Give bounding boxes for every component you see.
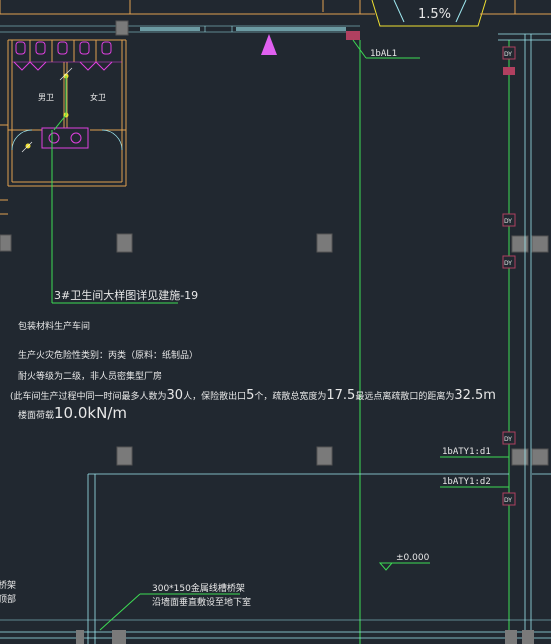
triangle-marker xyxy=(261,34,277,55)
note-line-4-c: 人，保险散出口 xyxy=(183,390,246,402)
elevation-marker: ±0.000 xyxy=(378,553,430,571)
riser-tag-2: DY xyxy=(504,218,512,225)
column-top-2 xyxy=(346,31,360,40)
slope-label: 1.5% xyxy=(418,7,451,22)
bottom-wall xyxy=(0,630,551,644)
note-line-4-f: 17.5 xyxy=(326,388,355,403)
panel-labels: 1bAL1 1bATY1:d1 1bATY1:d2 xyxy=(352,39,509,488)
column-top-1 xyxy=(115,20,129,36)
panel-label-top: 1bAL1 xyxy=(370,49,397,59)
tray-note-1: 300*150金属线槽桥架 xyxy=(152,582,245,594)
note-line-5-a: 楼面荷载 xyxy=(18,409,54,421)
slope-funnel: 1.5% xyxy=(371,0,551,27)
panel-label-d1: 1bATY1:d1 xyxy=(442,447,491,457)
note-line-4-d: 5 xyxy=(246,388,254,403)
panel-label-d2: 1bATY1:d2 xyxy=(442,477,491,487)
note-line-4: (此车间生产过程中同一时间最多人数为30人，保险散出口5个，疏散总宽度为17.5… xyxy=(10,388,496,403)
cad-drawing: 1.5% 男卫 女卫 DY DY DY DY DY 1bAL1 1bATY1:d… xyxy=(0,0,551,644)
riser-tag-5: DY xyxy=(504,497,512,504)
note-line-5-b: 10.0kN/m xyxy=(54,404,127,422)
riser-tag-1: DY xyxy=(504,51,512,58)
tray-note: 300*150金属线槽桥架 沿墙面垂直敷设至地下室 xyxy=(99,582,251,631)
note-line-5: 楼面荷载10.0kN/m xyxy=(18,404,127,422)
elevation-label: ±0.000 xyxy=(396,553,430,563)
cable-tray-outline xyxy=(87,473,551,644)
note-line-4-e: 个，疏散总宽度为 xyxy=(254,390,326,402)
left-edge-text-1: 桥架 xyxy=(0,579,16,591)
left-edge-text-2: 顶部 xyxy=(0,593,16,605)
riser-tag-4: DY xyxy=(504,436,512,443)
columns xyxy=(0,233,549,466)
note-line-4-a: (此车间生产过程中同一时间最多人数为 xyxy=(10,390,167,402)
note-line-4-g: 最远点离疏散口的距离为 xyxy=(355,390,454,402)
riser-tag-3: DY xyxy=(504,260,512,267)
design-notes: 包装材料生产车间 生产火灾危险性类别：丙类（原料：纸制品） 耐火等级为二级，非人… xyxy=(10,320,496,422)
right-vertical-lines xyxy=(0,33,551,644)
detail-leader: 3#卫生间大样图详见建施-19 xyxy=(51,130,198,304)
top-wall xyxy=(0,0,375,33)
note-line-4-b: 30 xyxy=(167,388,184,403)
note-line-4-h: 32.5m xyxy=(454,388,496,403)
tray-note-2: 沿墙面垂直敷设至地下室 xyxy=(152,596,251,608)
bathroom-block: 男卫 女卫 xyxy=(0,39,127,215)
note-line-1: 包装材料生产车间 xyxy=(18,320,90,332)
room-label-female: 女卫 xyxy=(90,92,106,102)
room-label-male: 男卫 xyxy=(38,93,54,102)
note-line-3: 耐火等级为二级，非人员密集型厂房 xyxy=(18,370,162,382)
note-line-2: 生产火灾危险性类别：丙类（原料：纸制品） xyxy=(18,349,198,361)
detail-note: 3#卫生间大样图详见建施-19 xyxy=(54,288,198,302)
